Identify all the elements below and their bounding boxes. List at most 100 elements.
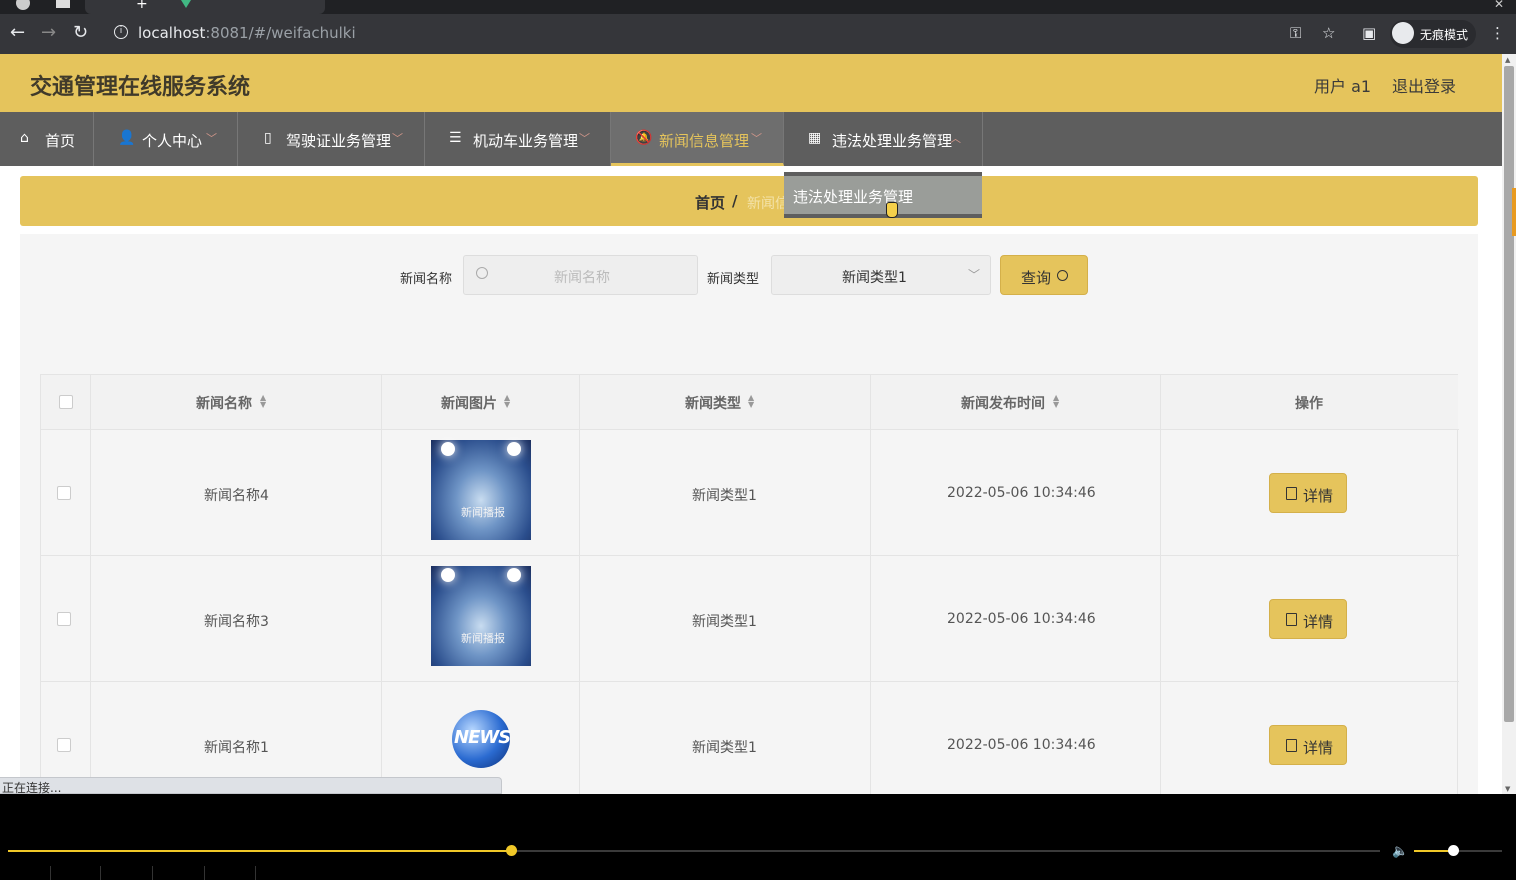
detail-button[interactable]: 详情 [1269, 725, 1347, 765]
sort-icon[interactable]: ▲ ▼ [748, 394, 754, 409]
progress-fill [8, 850, 511, 852]
news-time-cell: 2022-05-06 10:34:46 [871, 556, 1161, 682]
browser-tab-active[interactable] [85, 0, 325, 14]
vue-favicon-icon [181, 0, 191, 8]
news-globe-image[interactable]: NEWS [452, 710, 511, 768]
breadcrumb-home[interactable]: 首页 [695, 192, 725, 213]
page-scrollbar[interactable]: ▲ ▼ [1502, 54, 1516, 794]
news-type: 新闻类型1 [692, 740, 757, 756]
menu-home[interactable]: ⌂ 首页 [0, 112, 94, 166]
document-icon [1286, 739, 1297, 752]
column-header-actions: 操作 [1161, 375, 1458, 429]
violation-submenu: 违法处理业务管理 [784, 172, 982, 218]
spotlight-left [441, 442, 455, 456]
news-name: 新闻名称4 [204, 488, 269, 504]
column-header-label: 新闻发布时间 [961, 396, 1045, 412]
actions-cell: 详情 [1161, 430, 1458, 556]
progress-knob[interactable] [506, 845, 517, 856]
row-select-cell [41, 430, 91, 556]
actions-cell: 详情 [1161, 682, 1458, 794]
news-time-cell: 2022-05-06 10:34:46 [871, 430, 1161, 556]
forward-icon[interactable]: → [41, 22, 56, 44]
volume-slider[interactable] [1414, 845, 1502, 856]
tab-inactive-icon[interactable] [56, 0, 70, 8]
news-image-cell: 新闻播报 [382, 430, 580, 556]
query-button[interactable]: 查询 [1000, 255, 1088, 295]
incognito-badge[interactable]: 无痕模式 [1390, 20, 1476, 48]
column-header-image[interactable]: 新闻图片 ▲ ▼ [382, 375, 580, 429]
news-type-cell: 新闻类型1 [580, 556, 871, 682]
window-close-icon[interactable]: ✕ [1494, 0, 1504, 11]
address-bar[interactable]: i localhost:8081/#/weifachulki [104, 20, 1354, 48]
news-name-input[interactable]: 新闻名称 [463, 255, 698, 295]
news-table: 新闻名称 ▲ ▼ 新闻图片 ▲ ▼ 新闻类型 ▲ ▼ 新闻发布时间 ▲ ▼ 操作 新闻名… [40, 374, 1459, 794]
news-name-label: 新闻名称 [400, 272, 453, 287]
browser-menu-icon[interactable]: ⋮ [1490, 24, 1505, 42]
spotlight-left [441, 568, 455, 582]
sidepanel-icon[interactable]: ▣ [1362, 24, 1376, 42]
chevron-down-icon: ﹀ [392, 132, 403, 145]
news-image-caption: 新闻播报 [461, 506, 505, 519]
scroll-up-icon[interactable]: ▲ [1505, 56, 1510, 64]
news-type-value: 新闻类型1 [842, 270, 907, 286]
column-header-type[interactable]: 新闻类型 ▲ ▼ [580, 375, 871, 429]
news-name-cell: 新闻名称3 [91, 556, 382, 682]
list-icon: ☰ [449, 130, 462, 146]
scroll-marker [1512, 188, 1516, 236]
logout-link[interactable]: 退出登录 [1392, 73, 1456, 97]
detail-button-label: 详情 [1303, 487, 1334, 505]
actions-cell: 详情 [1161, 556, 1458, 682]
row-checkbox[interactable] [57, 738, 71, 752]
detail-button[interactable]: 详情 [1269, 599, 1347, 639]
column-header-name[interactable]: 新闻名称 ▲ ▼ [91, 375, 382, 429]
user-name[interactable]: 用户 a1 [1314, 73, 1371, 97]
key-icon[interactable]: ⚿ [1290, 24, 1301, 42]
menu-violation[interactable]: ▦ 违法处理业务管理 ︿ [784, 112, 983, 166]
back-icon[interactable]: ← [10, 22, 25, 44]
detail-button[interactable]: 详情 [1269, 473, 1347, 513]
news-image[interactable]: 新闻播报 [431, 566, 531, 666]
column-header-label: 新闻名称 [196, 396, 252, 412]
select-all-checkbox[interactable] [59, 395, 73, 409]
page: 交通管理在线服务系统 用户 a1 退出登录 ⌂ 首页 👤 个人中心 ﹀ ▯ 驾驶… [0, 54, 1502, 794]
column-header-time[interactable]: 新闻发布时间 ▲ ▼ [871, 375, 1161, 429]
progress-track[interactable] [8, 845, 1380, 856]
site-info-icon[interactable]: i [114, 25, 128, 39]
sort-icon[interactable]: ▲ ▼ [504, 394, 510, 409]
scrollbar-thumb[interactable] [1504, 66, 1514, 722]
menu-personal-center[interactable]: 👤 个人中心 ﹀ [94, 112, 238, 166]
sort-icon[interactable]: ▲ ▼ [260, 394, 266, 409]
bookmark-star-icon[interactable]: ☆ [1322, 24, 1335, 42]
chevron-down-icon: ﹀ [579, 132, 590, 145]
card-icon: ▯ [264, 130, 272, 146]
volume-knob[interactable] [1448, 845, 1459, 856]
news-type-cell: 新闻类型1 [580, 682, 871, 794]
news-type-label: 新闻类型 [707, 272, 760, 287]
row-checkbox[interactable] [57, 612, 71, 626]
row-checkbox[interactable] [57, 486, 71, 500]
browser-profile-icon[interactable] [16, 0, 30, 10]
menu-license[interactable]: ▯ 驾驶证业务管理 ﹀ [238, 112, 425, 166]
document-icon [1286, 613, 1297, 626]
reload-icon[interactable]: ↻ [73, 22, 88, 44]
scroll-down-icon[interactable]: ▼ [1505, 785, 1510, 793]
url-text: localhost:8081/#/weifachulki [138, 24, 356, 42]
grid-icon: ▦ [808, 130, 822, 146]
spotlight-right [507, 442, 521, 456]
document-icon [1286, 487, 1297, 500]
new-tab-icon[interactable]: + [136, 0, 148, 12]
sort-icon[interactable]: ▲ ▼ [1053, 394, 1059, 409]
news-image[interactable]: 新闻播报 [431, 440, 531, 540]
news-image-cell: 新闻播报 [382, 556, 580, 682]
news-type-select[interactable]: 新闻类型1 ﹀ [771, 255, 991, 295]
column-header-label: 新闻类型 [685, 396, 741, 412]
menu-news[interactable]: 🔕 新闻信息管理 ﹀ [611, 112, 784, 166]
volume-icon[interactable]: 🔈 [1392, 844, 1408, 859]
menu-vehicle[interactable]: ☰ 机动车业务管理 ﹀ [425, 112, 611, 166]
incognito-icon [1392, 22, 1414, 44]
chevron-up-icon: ︿ [950, 132, 961, 145]
table-row: 新闻名称4 新闻播报 新闻类型1 2022-05-06 10:34:46 详情 [41, 429, 1459, 556]
chevron-down-icon: ﹀ [751, 132, 762, 145]
incognito-label: 无痕模式 [1420, 28, 1469, 42]
query-button-label: 查询 [1021, 269, 1052, 287]
